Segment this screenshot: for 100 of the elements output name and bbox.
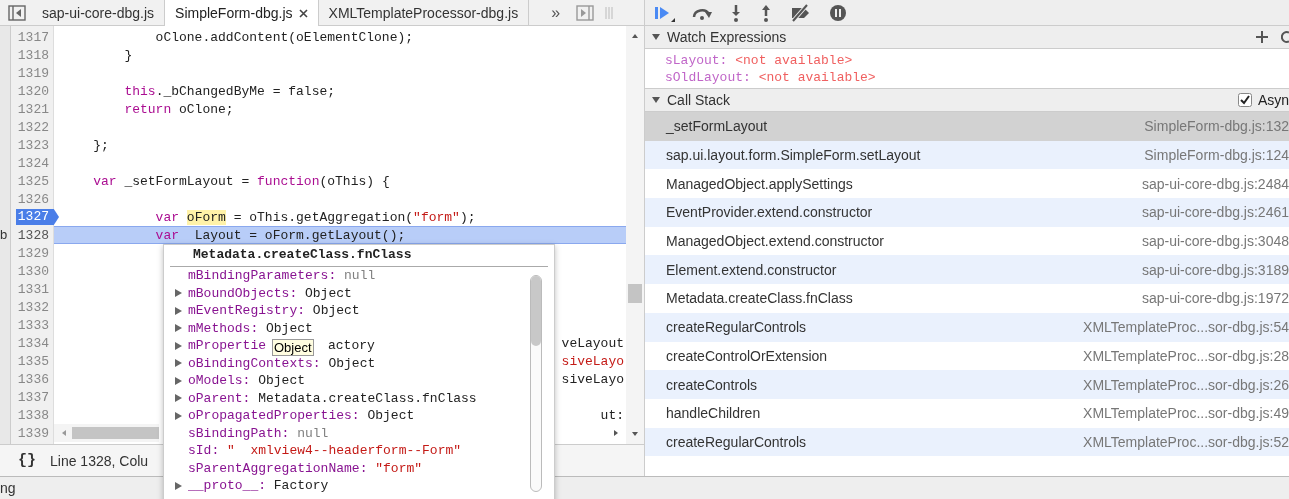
code-line: var oForm = oThis.getAggregation("form"); [154, 209, 476, 225]
drawer-label: ng [0, 480, 16, 496]
scroll-down-icon[interactable] [631, 430, 639, 438]
line-number: 1335 [17, 353, 50, 369]
code-fragment: ut: [600, 407, 625, 423]
panel-toggle-icon[interactable] [576, 4, 595, 21]
line-number: 1331 [17, 281, 50, 297]
call-frame[interactable]: Element.extend.constructor sap-ui-core-dbg.js:3189 [645, 255, 1289, 285]
pretty-print-button[interactable]: {} [18, 452, 36, 469]
horizontal-scrollbar[interactable] [54, 424, 159, 442]
line-number: 1338 [17, 407, 50, 423]
expand-triangle-icon[interactable] [174, 305, 183, 316]
object-property[interactable]: oPropagatedProperties: Object [174, 407, 530, 425]
code-line: return oClone; [123, 101, 234, 117]
panel-label: b [0, 227, 8, 242]
close-icon[interactable] [298, 8, 308, 18]
line-number: 1321 [17, 101, 50, 117]
section-title[interactable]: Call Stack [667, 92, 731, 108]
tooltip: Object [272, 339, 314, 356]
code-line: var Layout = oForm.getLayout(); [154, 227, 406, 243]
popover-title: Metadata.createClass.fnClass [170, 245, 548, 267]
code-line: this._bChangedByMe = false; [123, 83, 336, 99]
line-number: 1334 [17, 335, 50, 351]
object-property[interactable]: oBindingContexts: Object [174, 354, 530, 372]
call-frame[interactable]: ManagedObject.extend.constructor sap-ui-core-dbg.js:3048 [645, 226, 1289, 256]
call-frame[interactable]: handleChildren XMLTemplateProc...sor-dbg.js:49 [645, 398, 1289, 428]
expand-triangle-icon[interactable] [174, 375, 183, 386]
step-out-icon[interactable] [759, 3, 773, 22]
vertical-scrollbar[interactable] [626, 26, 644, 444]
line-number: 1330 [17, 263, 50, 279]
call-frame[interactable]: Metadata.createClass.fnClass sap-ui-core-dbg.js:1972 [645, 284, 1289, 313]
code-line: } [123, 47, 133, 63]
object-property: sParentAggregationName: "form" [187, 459, 424, 477]
code-fragment: siveLayo [561, 371, 625, 387]
scrollbar-thumb[interactable] [628, 284, 642, 303]
expand-triangle-icon[interactable] [174, 393, 183, 404]
line-number: 1318 [17, 47, 50, 63]
line-number: 1325 [17, 173, 50, 189]
expand-triangle-icon[interactable] [174, 340, 183, 351]
code-line: }; [92, 137, 109, 153]
expand-triangle-icon[interactable] [651, 95, 661, 105]
call-frame[interactable]: sap.ui.layout.form.SimpleForm.setLayout SimpleForm-dbg.js:124 [645, 140, 1289, 170]
drag-handle-icon[interactable] [604, 5, 615, 20]
expand-triangle-icon[interactable] [174, 358, 183, 369]
pause-icon[interactable] [829, 3, 847, 22]
object-property[interactable]: mPropertie [174, 338, 266, 354]
add-icon[interactable] [1255, 30, 1269, 44]
line-number: 1339 [17, 425, 50, 441]
scroll-left-icon[interactable] [60, 429, 68, 437]
watch-expression: sOldLayout: <not available> [665, 69, 877, 86]
code-line: oClone.addContent(oElementClone); [154, 29, 414, 45]
line-number: 1333 [17, 317, 50, 333]
call-frame[interactable]: _setFormLayout SimpleForm-dbg.js:132 [645, 112, 1289, 141]
expand-triangle-icon[interactable] [174, 480, 183, 491]
file-tab[interactable]: XMLTemplateProcessor-dbg.js [318, 0, 530, 25]
line-number: 1337 [17, 389, 50, 405]
line-number: 1320 [17, 83, 50, 99]
expand-triangle-icon[interactable] [174, 323, 183, 334]
object-property[interactable]: oParent: Metadata.createClass.fnClass [174, 389, 530, 407]
object-property: mBindingParameters: null [187, 267, 377, 285]
breakpoint-marker[interactable]: 1327 [15, 209, 59, 225]
line-number: 1336 [17, 371, 50, 387]
line-number: 1323 [17, 137, 50, 153]
line-number: 1329 [17, 245, 50, 261]
object-property[interactable]: mMethods: Object [174, 319, 530, 337]
code-fragment: siveLayo [561, 353, 625, 369]
async-checkbox[interactable] [1237, 93, 1252, 107]
line-number: 1319 [17, 65, 50, 81]
call-frame[interactable]: createControls XMLTemplateProc...sor-dbg.js:26 [645, 370, 1289, 399]
object-property[interactable]: oModels: Object [174, 372, 530, 390]
line-number: 1328 [17, 227, 50, 243]
line-number: 1332 [17, 299, 50, 315]
refresh-icon[interactable] [1281, 30, 1289, 44]
object-property: sBindingPath: null [187, 424, 330, 442]
call-frame[interactable]: createControlOrExtension XMLTemplateProc...sor-dbg.js:28 [645, 341, 1289, 371]
popover-scrollbar[interactable] [530, 275, 542, 492]
line-number: 1317 [17, 29, 50, 45]
more-tabs-button[interactable]: » [551, 3, 561, 22]
file-tab[interactable]: SimpleForm-dbg.js [165, 0, 319, 26]
expand-triangle-icon[interactable] [651, 32, 661, 42]
watch-expression: sLayout: <not available> [665, 52, 854, 69]
expand-triangle-icon[interactable] [174, 410, 183, 421]
code-line: var _setFormLayout = function(oThis) { [92, 173, 390, 189]
object-property[interactable]: mEventRegistry: Object [174, 302, 530, 320]
call-frame[interactable]: createRegularControls XMLTemplateProc...sor-dbg.js:52 [645, 427, 1289, 457]
object-property[interactable]: mBoundObjects: Object [174, 284, 530, 302]
line-number: 1324 [17, 155, 50, 171]
expand-triangle-icon[interactable] [174, 288, 183, 299]
call-frame[interactable]: createRegularControls XMLTemplateProc...sor-dbg.js:54 [645, 312, 1289, 342]
object-property[interactable]: __proto__: Factory [174, 477, 530, 492]
call-frame[interactable]: EventProvider.extend.constructor sap-ui-core-dbg.js:2461 [645, 198, 1289, 227]
line-number: 1326 [17, 191, 50, 207]
code-fragment: veLayout [561, 335, 625, 351]
panel-toggle-icon[interactable] [8, 4, 26, 21]
section-title[interactable]: Watch Expressions [667, 29, 787, 45]
property-value: actory [328, 338, 375, 354]
checkbox-label: Asyn [1257, 92, 1289, 108]
call-frame[interactable]: ManagedObject.applySettings sap-ui-core-dbg.js:2484 [645, 169, 1289, 199]
scroll-up-icon[interactable] [631, 32, 639, 40]
scroll-right-icon[interactable] [612, 429, 620, 437]
